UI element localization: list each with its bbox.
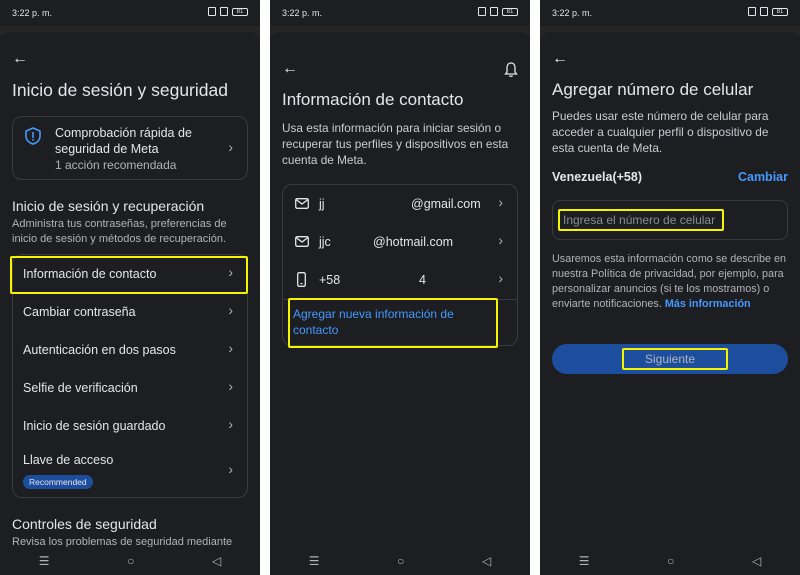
battery-icon: 81 — [232, 7, 248, 16]
security-controls-title: Controles de seguridad — [12, 516, 157, 532]
back-arrow-icon[interactable]: ← — [282, 60, 298, 78]
back-icon[interactable]: ◁ — [482, 554, 491, 568]
home-icon[interactable]: ○ — [127, 554, 134, 568]
more-info-link[interactable]: Más información — [665, 298, 751, 310]
chevron-right-icon: › — [498, 194, 503, 210]
menu-icon[interactable]: ☰ — [309, 554, 320, 568]
menu-icon[interactable]: ☰ — [39, 554, 50, 568]
section-title: Inicio de sesión y recuperación — [12, 198, 205, 214]
chevron-right-icon: › — [228, 139, 233, 155]
contact-row-email[interactable]: jjc @hotmail.com › — [283, 223, 517, 261]
back-arrow-icon[interactable]: ← — [552, 50, 568, 68]
vibrate-icon — [208, 7, 216, 16]
highlight-add-contact — [288, 298, 498, 348]
chevron-right-icon: › — [228, 378, 233, 394]
mail-icon — [295, 236, 309, 247]
menu-icon[interactable]: ☰ — [579, 554, 590, 568]
system-nav-bar: ☰ ○ ◁ — [0, 547, 260, 575]
privacy-notice: Usaremos esta información como se descri… — [552, 253, 787, 310]
page-description: Usa esta información para iniciar sesión… — [282, 121, 509, 167]
vibrate-icon — [748, 7, 756, 16]
wifi-icon — [760, 7, 768, 16]
status-bar: 3:22 p. m. 81 — [270, 0, 530, 26]
system-nav-bar: ☰ ○ ◁ — [270, 547, 530, 575]
list-item-selfie[interactable]: Selfie de verificación › — [13, 369, 247, 407]
chevron-right-icon: › — [498, 270, 503, 286]
back-arrow-icon[interactable]: ← — [12, 50, 28, 68]
page-description: Puedes usar este número de celular para … — [552, 109, 769, 155]
quick-check-subtitle: 1 acción recomendada — [55, 158, 177, 172]
status-bar: 3:22 p. m. 81 — [540, 0, 800, 26]
status-time: 3:22 p. m. — [282, 8, 323, 18]
highlight-phone-input — [558, 209, 724, 231]
home-icon[interactable]: ○ — [397, 554, 404, 568]
chevron-right-icon: › — [228, 416, 233, 432]
battery-icon: 81 — [772, 7, 788, 16]
quick-check-card[interactable]: Comprobación rápida de seguridad de Meta… — [12, 116, 248, 180]
chevron-right-icon: › — [228, 461, 233, 477]
list-item-passkey[interactable]: Llave de acceso Recommended › — [13, 445, 247, 499]
bell-icon[interactable] — [504, 62, 518, 78]
wifi-icon — [220, 7, 228, 16]
page-title: Agregar número de celular — [552, 80, 754, 99]
change-country-button[interactable]: Cambiar — [738, 170, 788, 184]
section-description: Administra tus contraseñas, preferencias… — [12, 218, 227, 245]
vibrate-icon — [478, 7, 486, 16]
recommended-badge: Recommended — [23, 475, 93, 489]
phone-icon — [297, 272, 306, 287]
screen-contact-info: 3:22 p. m. 81 ← Información de contacto … — [270, 0, 530, 575]
page-title: Inicio de sesión y seguridad — [12, 80, 228, 100]
chevron-right-icon: › — [228, 302, 233, 318]
back-icon[interactable]: ◁ — [212, 554, 221, 568]
quick-check-title: Comprobación rápida de seguridad de Meta — [55, 126, 192, 156]
system-nav-bar: ☰ ○ ◁ — [540, 547, 800, 575]
highlight-next-button — [622, 348, 728, 370]
chevron-right-icon: › — [498, 232, 503, 248]
chevron-right-icon: › — [228, 340, 233, 356]
country-code-label: Venezuela(+58) — [552, 170, 642, 184]
mail-icon — [295, 198, 309, 209]
home-icon[interactable]: ○ — [667, 554, 674, 568]
page-title: Información de contacto — [282, 90, 464, 109]
list-item-change-password[interactable]: Cambiar contraseña › — [13, 293, 247, 331]
list-item-two-factor[interactable]: Autenticación en dos pasos › — [13, 331, 247, 369]
wifi-icon — [490, 7, 498, 16]
contact-row-phone[interactable]: +58 4 › — [283, 261, 517, 299]
shield-icon — [25, 127, 41, 145]
contact-row-email[interactable]: jj @gmail.com › — [283, 185, 517, 223]
status-time: 3:22 p. m. — [12, 8, 53, 18]
back-icon[interactable]: ◁ — [752, 554, 761, 568]
list-item-saved-login[interactable]: Inicio de sesión guardado › — [13, 407, 247, 445]
screen-add-phone: 3:22 p. m. 81 ← Agregar número de celula… — [540, 0, 800, 575]
status-time: 3:22 p. m. — [552, 8, 593, 18]
highlight-contact-info — [10, 256, 248, 294]
screen-login-security: 3:22 p. m. 81 ← Inicio de sesión y segur… — [0, 0, 260, 575]
battery-icon: 81 — [502, 7, 518, 16]
status-bar: 3:22 p. m. 81 — [0, 0, 260, 26]
